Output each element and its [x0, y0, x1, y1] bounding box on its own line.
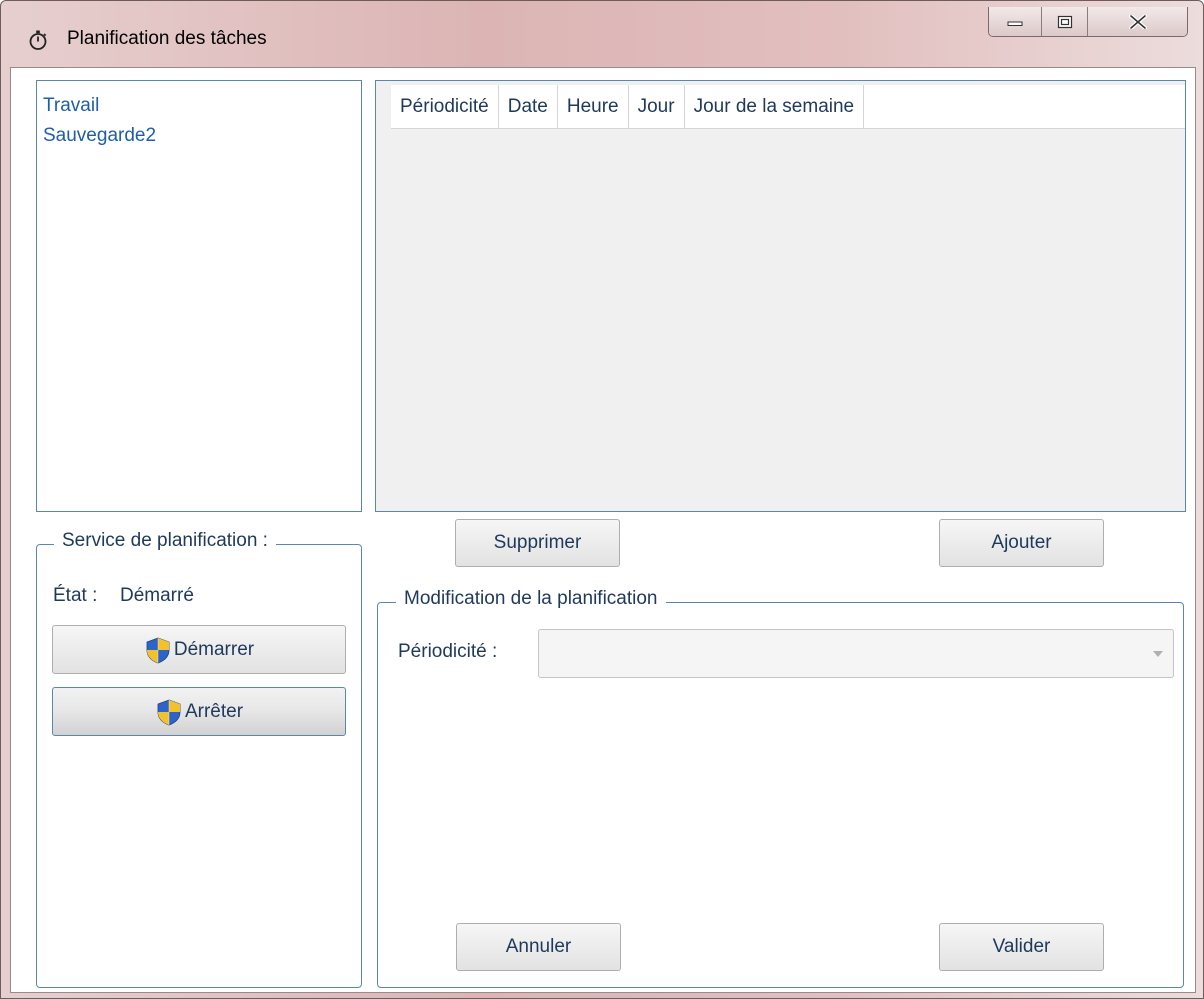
title-bar[interactable]: Planification des tâches — [1, 1, 1203, 69]
periodicity-select[interactable] — [538, 629, 1174, 678]
column-header-jour[interactable]: Jour — [629, 85, 685, 128]
chevron-down-icon — [1153, 651, 1163, 657]
close-icon — [1128, 14, 1147, 29]
service-group-title: Service de planification : — [54, 530, 276, 552]
state-label: État : — [53, 585, 98, 606]
column-header-jour-semaine[interactable]: Jour de la semaine — [685, 85, 865, 128]
close-button[interactable] — [1088, 7, 1187, 36]
schedule-grid[interactable]: Périodicité Date Heure Jour Jour de la s… — [375, 80, 1186, 512]
state-value: Démarré — [120, 585, 194, 606]
edit-group-title: Modification de la planification — [396, 588, 666, 610]
stopwatch-icon — [29, 30, 47, 50]
grid-header: Périodicité Date Heure Jour Jour de la s… — [391, 85, 1185, 129]
add-button[interactable]: Ajouter — [939, 519, 1104, 567]
validate-button[interactable]: Valider — [939, 923, 1104, 971]
start-service-button[interactable]: Démarrer — [52, 625, 346, 674]
cancel-button[interactable]: Annuler — [456, 923, 621, 971]
maximize-icon — [1057, 15, 1072, 28]
list-item[interactable]: Sauvegarde2 — [43, 121, 355, 151]
start-service-label: Démarrer — [173, 638, 255, 660]
maximize-button[interactable] — [1042, 7, 1089, 36]
uac-shield-icon — [157, 699, 181, 725]
window-title: Planification des tâches — [67, 28, 267, 49]
client-area: Travail Sauvegarde2 Périodicité Date Heu… — [10, 67, 1196, 993]
window-controls — [988, 7, 1188, 37]
stop-service-button[interactable]: Arrêter — [52, 687, 346, 736]
column-header-periodicite[interactable]: Périodicité — [391, 85, 499, 128]
uac-shield-icon — [146, 637, 170, 663]
service-group: Service de planification : — [36, 530, 362, 988]
column-header-heure[interactable]: Heure — [558, 85, 629, 128]
list-item[interactable]: Travail — [43, 91, 355, 121]
column-header-date[interactable]: Date — [499, 85, 558, 128]
periodicity-label: Périodicité : — [398, 641, 498, 662]
delete-button[interactable]: Supprimer — [455, 519, 620, 567]
minimize-icon — [1007, 21, 1023, 26]
minimize-button[interactable] — [989, 7, 1043, 36]
task-list[interactable]: Travail Sauvegarde2 — [36, 80, 362, 512]
stop-service-label: Arrêter — [184, 700, 244, 722]
app-window: Planification des tâches Travail Sauvega… — [0, 0, 1204, 999]
